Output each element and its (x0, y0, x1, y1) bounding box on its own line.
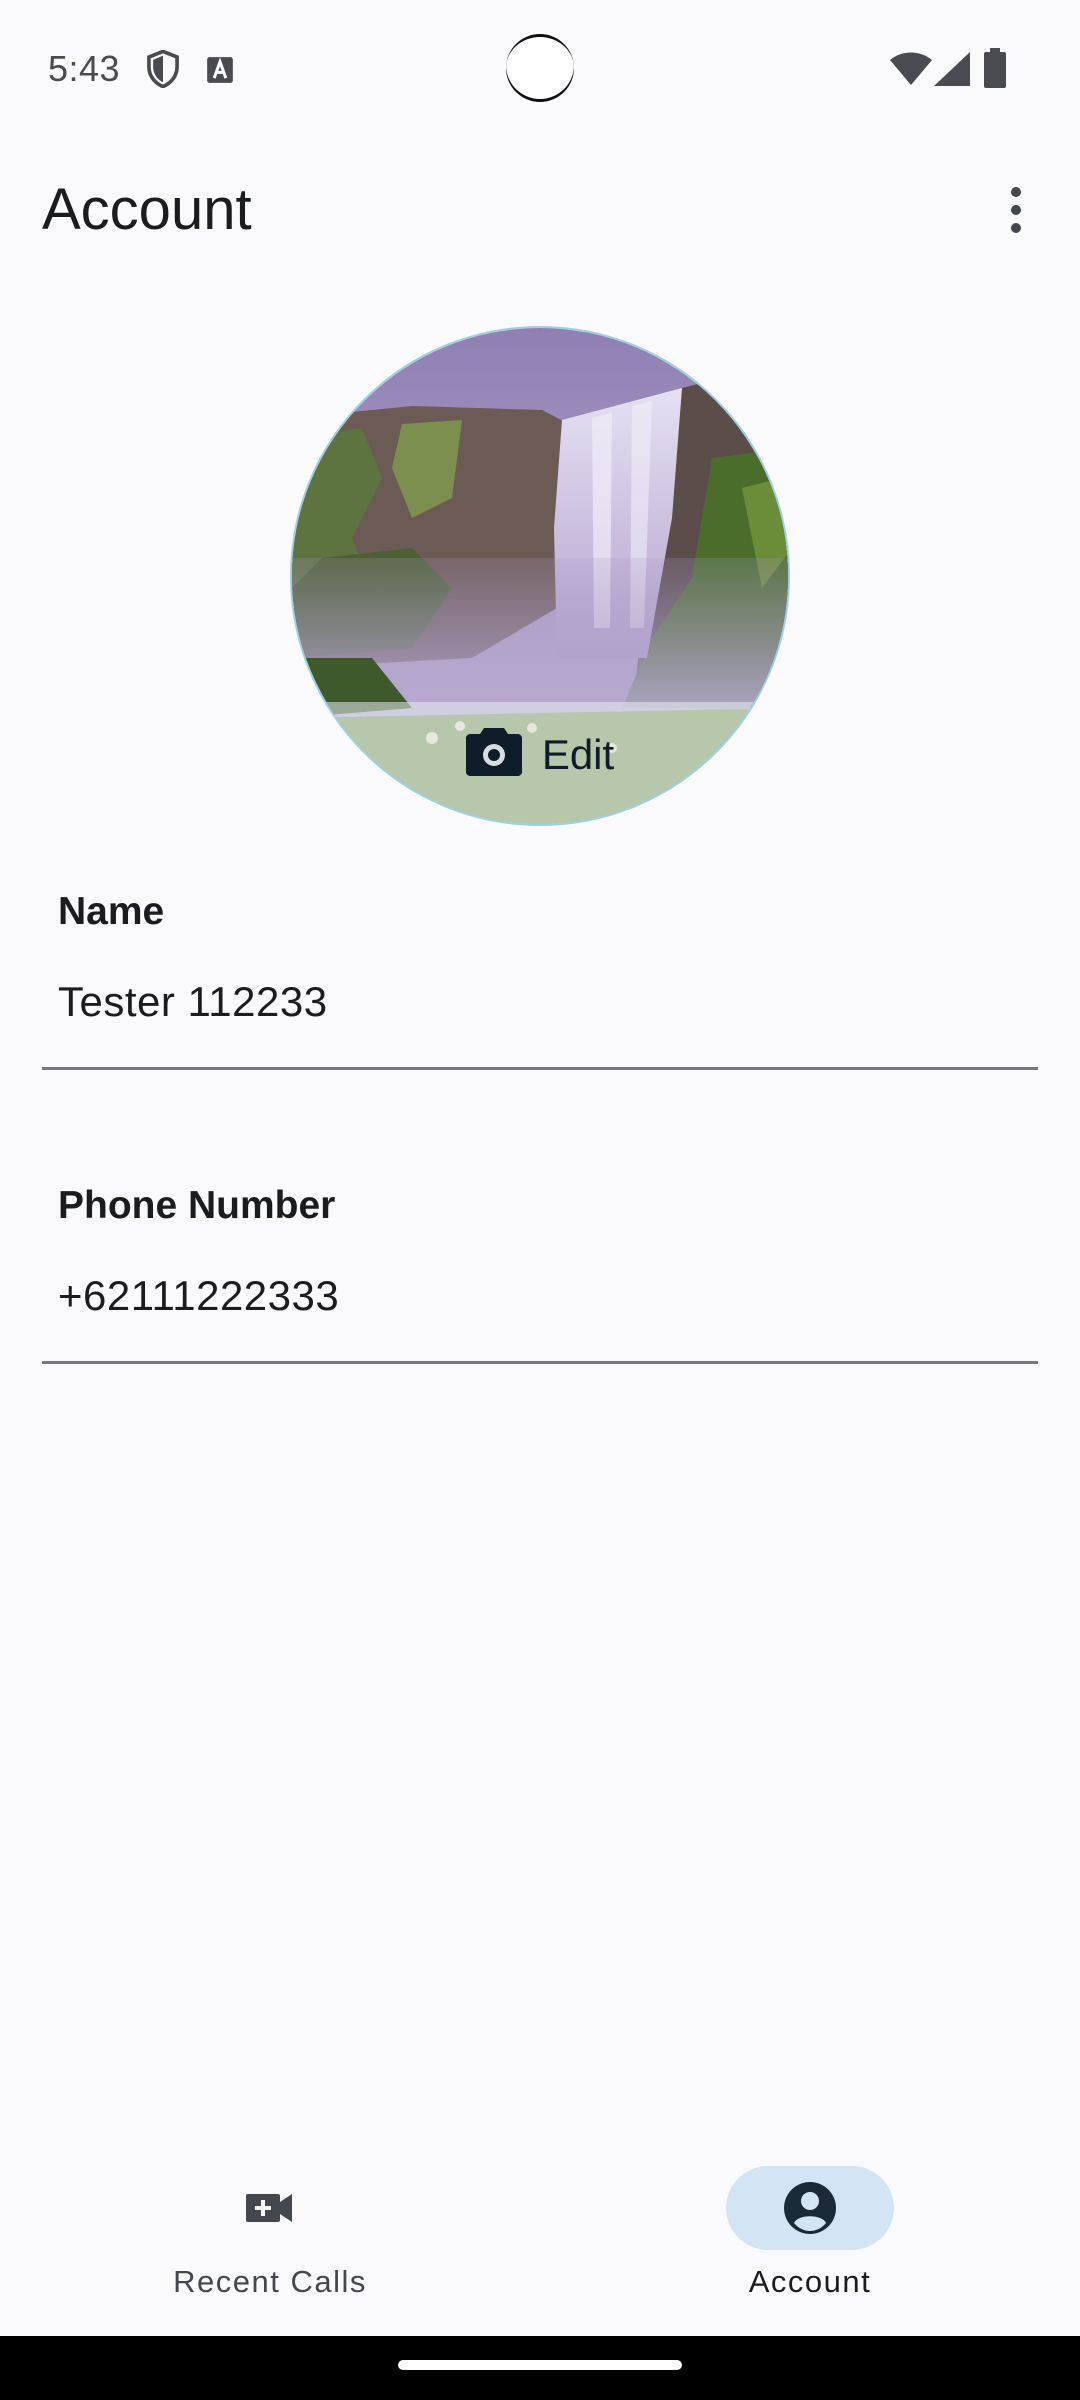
name-field[interactable]: Name Tester 112233 (42, 880, 1038, 1070)
nav-label-recent-calls: Recent Calls (173, 2264, 367, 2299)
account-circle-icon (780, 2178, 840, 2238)
camera-cutout (506, 34, 574, 102)
more-vert-icon (1011, 187, 1021, 197)
nav-item-account[interactable]: Account (660, 2164, 960, 2314)
phone-field-underline (42, 1361, 1038, 1364)
system-gesture-bar (0, 2336, 1080, 2400)
page-title: Account (42, 177, 252, 242)
name-label: Name (58, 890, 165, 933)
nav-item-recent-calls[interactable]: Recent Calls (120, 2164, 420, 2314)
name-field-underline (42, 1067, 1038, 1070)
name-value[interactable]: Tester 112233 (58, 978, 328, 1026)
more-vert-icon-dot (1011, 223, 1021, 233)
more-vert-icon-dot (1011, 205, 1021, 215)
battery-icon (984, 48, 1006, 93)
a-box-icon (206, 56, 234, 89)
phone-number-field[interactable]: Phone Number +62111222333 (42, 1174, 1038, 1364)
camera-icon (465, 724, 522, 824)
status-time: 5:43 (48, 48, 121, 89)
signal-icon (934, 52, 970, 91)
status-bar: 5:43 (0, 0, 1080, 140)
avatar-edit-overlay[interactable]: Edit (292, 702, 788, 824)
top-app-bar: Account (0, 150, 1080, 270)
video-call-icon (240, 2178, 300, 2238)
shield-icon (146, 49, 180, 93)
home-gesture-handle[interactable] (398, 2360, 682, 2370)
phone-number-value[interactable]: +62111222333 (58, 1272, 339, 1320)
nav-label-account: Account (748, 2264, 872, 2299)
more-options-button[interactable] (988, 178, 1044, 242)
profile-avatar[interactable]: Edit (290, 326, 790, 826)
wifi-icon (890, 52, 932, 91)
bottom-navigation: Recent Calls Account (0, 2140, 1080, 2336)
edit-label: Edit (541, 731, 615, 778)
phone-number-label: Phone Number (58, 1184, 336, 1227)
